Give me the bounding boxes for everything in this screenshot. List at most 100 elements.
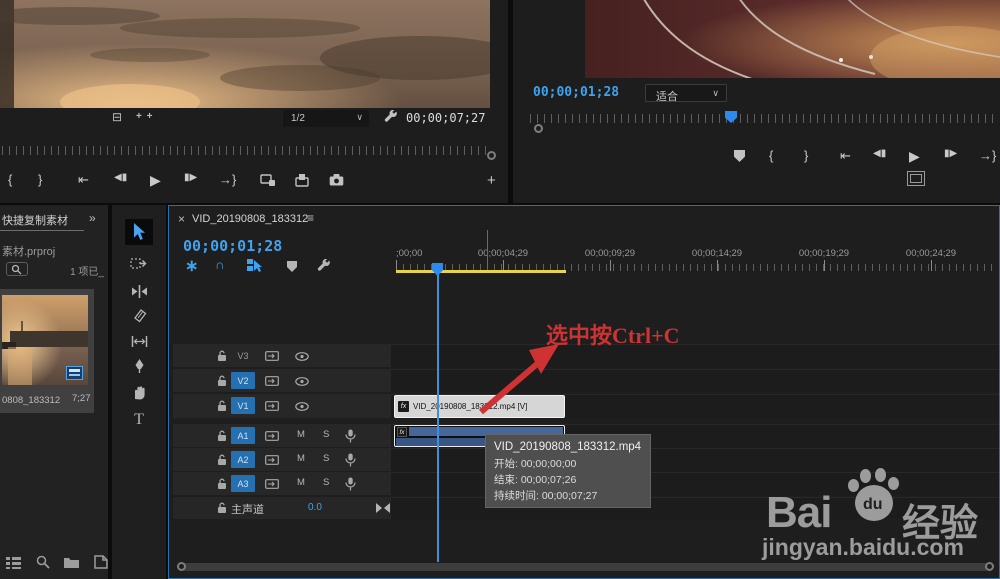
lock-icon[interactable] bbox=[217, 430, 227, 442]
source-patch-icon[interactable] bbox=[265, 455, 279, 465]
clip-name-label[interactable]: 0808_183312 bbox=[2, 395, 60, 406]
track-select-tool[interactable] bbox=[125, 251, 153, 277]
list-view-icon[interactable] bbox=[6, 557, 22, 569]
panel-menu-icon[interactable]: ≡ bbox=[307, 212, 314, 224]
voiceover-mic-icon[interactable] bbox=[345, 429, 356, 443]
settings-sliders-icon[interactable]: + + bbox=[136, 112, 153, 122]
slip-tool[interactable] bbox=[125, 328, 153, 354]
zoom-handle[interactable] bbox=[487, 151, 496, 160]
mute-button[interactable]: M bbox=[297, 429, 305, 440]
find-icon[interactable] bbox=[36, 555, 50, 569]
mark-in-button[interactable]: { bbox=[769, 148, 773, 163]
type-tool[interactable]: T bbox=[125, 407, 153, 433]
tab-sequence[interactable]: VID_20190808_183312 bbox=[192, 213, 308, 225]
source-patch-icon[interactable] bbox=[265, 479, 279, 489]
source-patch-icon[interactable] bbox=[265, 401, 279, 411]
selection-tool[interactable] bbox=[125, 219, 153, 245]
play-button[interactable]: ▶ bbox=[909, 148, 920, 165]
playback-resolution-select[interactable]: 1/2 ∨ bbox=[283, 110, 369, 127]
lock-icon[interactable] bbox=[217, 478, 227, 490]
program-scrub-ruler[interactable] bbox=[528, 110, 998, 126]
goto-out-button[interactable]: →} bbox=[219, 172, 236, 187]
nest-sequence-icon[interactable]: ∗ bbox=[185, 256, 198, 276]
toggle-track-output-eye-icon[interactable] bbox=[295, 377, 309, 386]
safe-margins-icon[interactable]: ⊟ bbox=[112, 111, 122, 123]
ripple-edit-tool[interactable] bbox=[125, 278, 153, 304]
timeline-settings-wrench-icon[interactable] bbox=[317, 259, 331, 273]
overwrite-button[interactable] bbox=[294, 174, 310, 187]
ruler-label: 00;00;14;29 bbox=[692, 248, 742, 259]
mute-button[interactable]: M bbox=[297, 477, 305, 488]
pan-bowtie-icon[interactable] bbox=[376, 503, 390, 513]
hand-tool[interactable] bbox=[125, 379, 153, 405]
add-button[interactable]: + bbox=[487, 172, 496, 189]
timeline-ruler[interactable]: ;00;00 00;00;04;29 00;00;09;29 00;00;14;… bbox=[391, 244, 999, 278]
track-target-a3[interactable]: A3 bbox=[231, 475, 255, 492]
timeline-zoom-scrollbar[interactable] bbox=[175, 562, 995, 572]
project-name[interactable]: 素材.prproj bbox=[2, 243, 55, 259]
toggle-track-output-eye-icon[interactable] bbox=[295, 402, 309, 411]
play-button[interactable]: ▶ bbox=[150, 172, 161, 189]
clip-duration-label: 7;27 bbox=[72, 393, 91, 404]
track-target-a1[interactable]: A1 bbox=[231, 427, 255, 444]
add-marker-icon[interactable] bbox=[287, 261, 297, 272]
mute-button[interactable]: M bbox=[297, 453, 305, 464]
solo-button[interactable]: S bbox=[323, 429, 329, 440]
track-target-v2[interactable]: V2 bbox=[231, 372, 255, 389]
comparison-view-button[interactable] bbox=[907, 171, 925, 186]
fit-zoom-select[interactable]: 适合 ∨ bbox=[645, 84, 727, 102]
mark-in-button[interactable]: { bbox=[8, 172, 12, 187]
goto-out-button[interactable]: →} bbox=[979, 148, 996, 163]
add-marker-button[interactable] bbox=[734, 150, 745, 162]
master-level-value[interactable]: 0.0 bbox=[308, 502, 322, 513]
toggle-track-output-eye-icon[interactable] bbox=[295, 352, 309, 361]
voiceover-mic-icon[interactable] bbox=[345, 477, 356, 491]
snap-magnet-icon[interactable]: ∩ bbox=[215, 257, 224, 272]
zoom-handle-left[interactable] bbox=[177, 562, 186, 571]
lock-icon[interactable] bbox=[217, 400, 227, 412]
new-item-icon[interactable] bbox=[94, 555, 108, 569]
track-target-v3[interactable]: V3 bbox=[231, 347, 255, 364]
source-scrub-ruler[interactable] bbox=[0, 142, 508, 160]
pen-tool[interactable] bbox=[125, 353, 153, 379]
playhead-line[interactable] bbox=[437, 270, 439, 562]
search-input[interactable] bbox=[6, 262, 28, 276]
source-patch-icon[interactable] bbox=[265, 351, 279, 361]
program-current-timecode[interactable]: 00;00;01;28 bbox=[533, 85, 619, 100]
track-target-a2[interactable]: A2 bbox=[231, 451, 255, 468]
source-patch-icon[interactable] bbox=[265, 431, 279, 441]
timeline-current-timecode[interactable]: 00;00;01;28 bbox=[183, 237, 282, 255]
linked-selection-icon[interactable] bbox=[247, 258, 262, 272]
solo-button[interactable]: S bbox=[323, 477, 329, 488]
project-item-card[interactable]: 0808_183312 7;27 bbox=[0, 289, 94, 413]
step-forward-button[interactable]: ▮▶ bbox=[944, 148, 957, 159]
source-patch-icon[interactable] bbox=[265, 376, 279, 386]
scrollbar-thumb[interactable] bbox=[181, 563, 989, 571]
razor-tool[interactable] bbox=[125, 303, 153, 329]
mark-out-button[interactable]: } bbox=[804, 148, 808, 163]
tab-project[interactable]: 快捷复制素材 bbox=[2, 212, 84, 228]
lock-icon[interactable] bbox=[217, 502, 227, 514]
lock-icon[interactable] bbox=[217, 454, 227, 466]
track-target-v1[interactable]: V1 bbox=[231, 397, 255, 414]
settings-wrench-icon[interactable] bbox=[384, 110, 398, 124]
insert-button[interactable] bbox=[260, 174, 276, 187]
more-tabs-icon[interactable]: » bbox=[89, 212, 96, 224]
zoom-handle[interactable] bbox=[534, 124, 543, 133]
new-bin-folder-icon[interactable] bbox=[63, 556, 80, 569]
lock-icon[interactable] bbox=[217, 375, 227, 387]
step-back-button[interactable]: ◀▮ bbox=[114, 172, 127, 183]
voiceover-mic-icon[interactable] bbox=[345, 453, 356, 467]
mark-out-button[interactable]: } bbox=[38, 172, 42, 187]
goto-in-button[interactable]: ⇤ bbox=[840, 148, 851, 164]
export-frame-camera-icon[interactable] bbox=[329, 174, 344, 186]
step-forward-button[interactable]: ▮▶ bbox=[184, 172, 197, 183]
zoom-handle-right[interactable] bbox=[985, 562, 994, 571]
master-track-label[interactable]: 主声道 bbox=[231, 501, 264, 517]
solo-button[interactable]: S bbox=[323, 453, 329, 464]
goto-in-button[interactable]: ⇤ bbox=[78, 172, 89, 188]
work-area-bar[interactable] bbox=[396, 270, 566, 273]
close-icon[interactable]: × bbox=[178, 213, 185, 225]
lock-icon[interactable] bbox=[217, 350, 227, 362]
step-back-button[interactable]: ◀▮ bbox=[873, 148, 886, 159]
